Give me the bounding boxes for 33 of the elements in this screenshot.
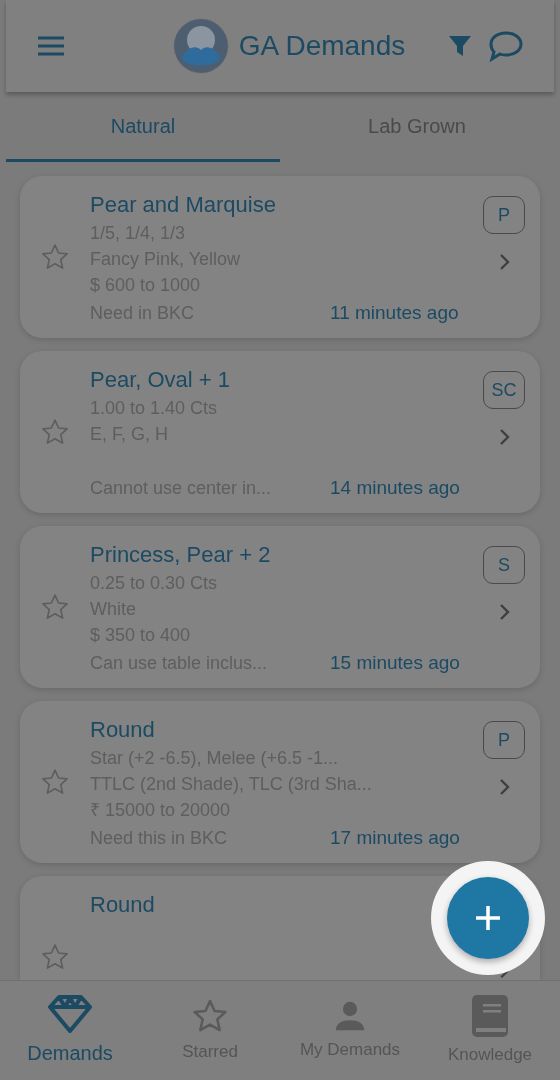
chevron-icon[interactable]	[497, 777, 511, 797]
star-icon[interactable]	[40, 592, 70, 622]
add-button[interactable]	[447, 877, 529, 959]
demand-title: Pear and Marquise	[90, 191, 277, 219]
menu-icon[interactable]	[36, 34, 66, 58]
book-icon	[470, 993, 510, 1038]
logo-icon	[172, 18, 229, 74]
star-icon[interactable]	[40, 767, 70, 797]
chevron-icon[interactable]	[497, 252, 511, 272]
star-icon[interactable]	[40, 417, 70, 447]
nav-item[interactable]: Demands	[0, 981, 140, 1080]
demand-title: Princess, Pear + 2	[90, 541, 272, 569]
plus-icon	[474, 904, 502, 932]
type-badge: SC	[483, 371, 525, 409]
star-icon[interactable]	[40, 242, 70, 272]
type-badge: P	[483, 721, 525, 759]
type-badge: S	[483, 546, 525, 584]
star-icon[interactable]	[40, 942, 70, 972]
type-badge: P	[483, 196, 525, 234]
chat-icon[interactable]	[488, 30, 524, 62]
chevron-icon[interactable]	[497, 602, 511, 622]
tab[interactable]: Natural	[6, 92, 280, 162]
time-ago: 17 minutes ago	[330, 826, 460, 850]
time-ago: 14 minutes ago	[330, 476, 460, 500]
time-ago: 15 minutes ago	[330, 651, 460, 675]
demand-title: Pear, Oval + 1	[90, 366, 232, 394]
demand-title: Round	[90, 716, 156, 744]
filter-icon[interactable]	[448, 34, 472, 58]
chevron-icon[interactable]	[497, 427, 511, 447]
demand-title: Round	[90, 891, 156, 919]
diamond-icon	[47, 993, 93, 1034]
time-ago: 11 minutes ago	[330, 301, 459, 325]
app-title: GA Demands	[238, 29, 406, 63]
